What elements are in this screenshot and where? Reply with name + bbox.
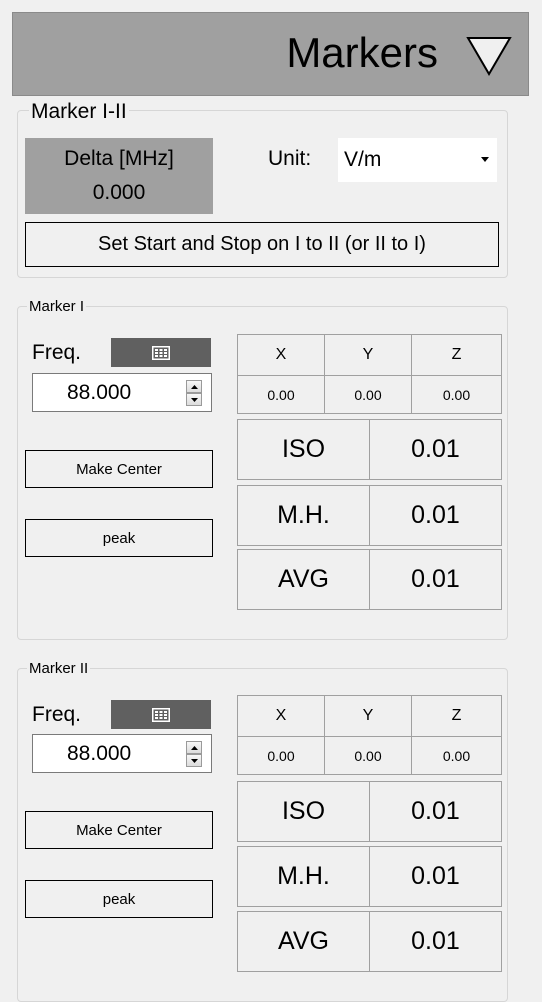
y-header-text: Y (362, 707, 374, 724)
metric-value: 0.01 (411, 435, 460, 463)
marker-i-peak-label: peak (102, 529, 136, 547)
z-header-text: Z (451, 707, 462, 724)
marker-ii-avg-label: AVG (237, 911, 370, 972)
marker-ii-make-center-button[interactable]: Make Center (25, 811, 213, 849)
calendar-icon (152, 707, 170, 722)
marker-i-z-header: Z (411, 334, 502, 376)
marker-i-avg-label: AVG (237, 549, 370, 610)
metric-value: 0.01 (411, 862, 460, 890)
metric-label: AVG (278, 927, 329, 955)
marker-i-mh-value: 0.01 (369, 485, 502, 546)
z-value-text: 0.00 (442, 386, 471, 403)
marker-i-freq-input[interactable]: 88.000 (32, 373, 212, 412)
delta-label: Delta [MHz] (64, 147, 174, 170)
marker-ii-spin-up-button[interactable] (186, 741, 202, 754)
marker-ii-z-header: Z (411, 695, 502, 737)
marker-ii-calendar-button[interactable] (111, 700, 211, 729)
marker-i-spin-down-button[interactable] (186, 393, 202, 406)
header-title: Markers (286, 29, 438, 76)
marker-delta-legend: Marker I-II (29, 100, 129, 123)
marker-ii-legend: Marker II (27, 660, 91, 677)
marker-i-mh-label: M.H. (237, 485, 370, 546)
marker-ii-freq-label: Freq. (32, 703, 82, 726)
x-header-text: X (275, 707, 287, 724)
marker-ii-peak-button[interactable]: peak (25, 880, 213, 918)
spin-up-icon (190, 745, 198, 750)
marker-i-y-value: 0.00 (324, 375, 412, 414)
marker-i-make-center-label: Make Center (76, 460, 162, 478)
marker-i-avg-value: 0.01 (369, 549, 502, 610)
marker-i-iso-value: 0.01 (369, 419, 502, 480)
unit-label: Unit: (268, 147, 312, 170)
delta-value: 0.000 (92, 181, 146, 204)
metric-label: M.H. (277, 862, 330, 890)
marker-i-spin-up-button[interactable] (186, 380, 202, 393)
delta-display: Delta [MHz] 0.000 (25, 138, 213, 214)
marker-ii-freq-value: 88.000 (67, 742, 132, 765)
marker-ii-x-header: X (237, 695, 325, 737)
marker-ii-iso-value: 0.01 (369, 781, 502, 842)
marker-ii-mh-label: M.H. (237, 846, 370, 907)
marker-i-x-value: 0.00 (237, 375, 325, 414)
metric-label: ISO (281, 435, 326, 463)
marker-ii-y-header: Y (324, 695, 412, 737)
marker-i-z-value: 0.00 (411, 375, 502, 414)
triangle-down-icon[interactable] (466, 35, 512, 77)
y-value-text: 0.00 (354, 747, 382, 764)
y-header-text: Y (362, 346, 374, 363)
marker-i-make-center-button[interactable]: Make Center (25, 450, 213, 488)
metric-value: 0.01 (411, 501, 460, 529)
metric-label: M.H. (277, 501, 330, 529)
set-start-stop-label: Set Start and Stop on I to II (or II to … (98, 233, 426, 255)
marker-ii-y-value: 0.00 (324, 736, 412, 775)
marker-i-peak-button[interactable]: peak (25, 519, 213, 557)
marker-ii-z-value: 0.00 (411, 736, 502, 775)
marker-i-calendar-button[interactable] (111, 338, 211, 367)
marker-i-y-header: Y (324, 334, 412, 376)
spin-down-icon (190, 397, 198, 402)
marker-ii-x-value: 0.00 (237, 736, 325, 775)
marker-i-x-header: X (237, 334, 325, 376)
marker-ii-freq-input[interactable]: 88.000 (32, 734, 212, 773)
markers-header[interactable]: Markers (12, 12, 529, 96)
set-start-stop-button[interactable]: Set Start and Stop on I to II (or II to … (25, 222, 499, 267)
metric-value: 0.01 (411, 927, 460, 955)
marker-ii-make-center-label: Make Center (76, 821, 162, 839)
marker-ii-iso-label: ISO (237, 781, 370, 842)
x-header-text: X (275, 346, 287, 363)
calendar-icon (152, 345, 170, 360)
metric-value: 0.01 (411, 797, 460, 825)
metric-value: 0.01 (411, 565, 460, 593)
marker-ii-spin-down-button[interactable] (186, 754, 202, 767)
z-value-text: 0.00 (442, 747, 471, 764)
marker-ii-peak-label: peak (102, 890, 136, 908)
metric-label: AVG (278, 565, 329, 593)
chevron-down-icon (481, 157, 489, 162)
x-value-text: 0.00 (267, 747, 295, 764)
marker-i-legend: Marker I (27, 298, 87, 315)
z-header-text: Z (451, 346, 462, 363)
unit-select-value: V/m (344, 148, 382, 171)
metric-label: ISO (281, 797, 326, 825)
marker-i-freq-value: 88.000 (67, 381, 132, 404)
spin-up-icon (190, 384, 198, 389)
marker-ii-avg-value: 0.01 (369, 911, 502, 972)
x-value-text: 0.00 (267, 386, 295, 403)
spin-down-icon (190, 758, 198, 763)
y-value-text: 0.00 (354, 386, 382, 403)
marker-i-iso-label: ISO (237, 419, 370, 480)
unit-select[interactable]: V/m (338, 138, 497, 182)
marker-ii-mh-value: 0.01 (369, 846, 502, 907)
marker-i-freq-label: Freq. (32, 341, 82, 364)
